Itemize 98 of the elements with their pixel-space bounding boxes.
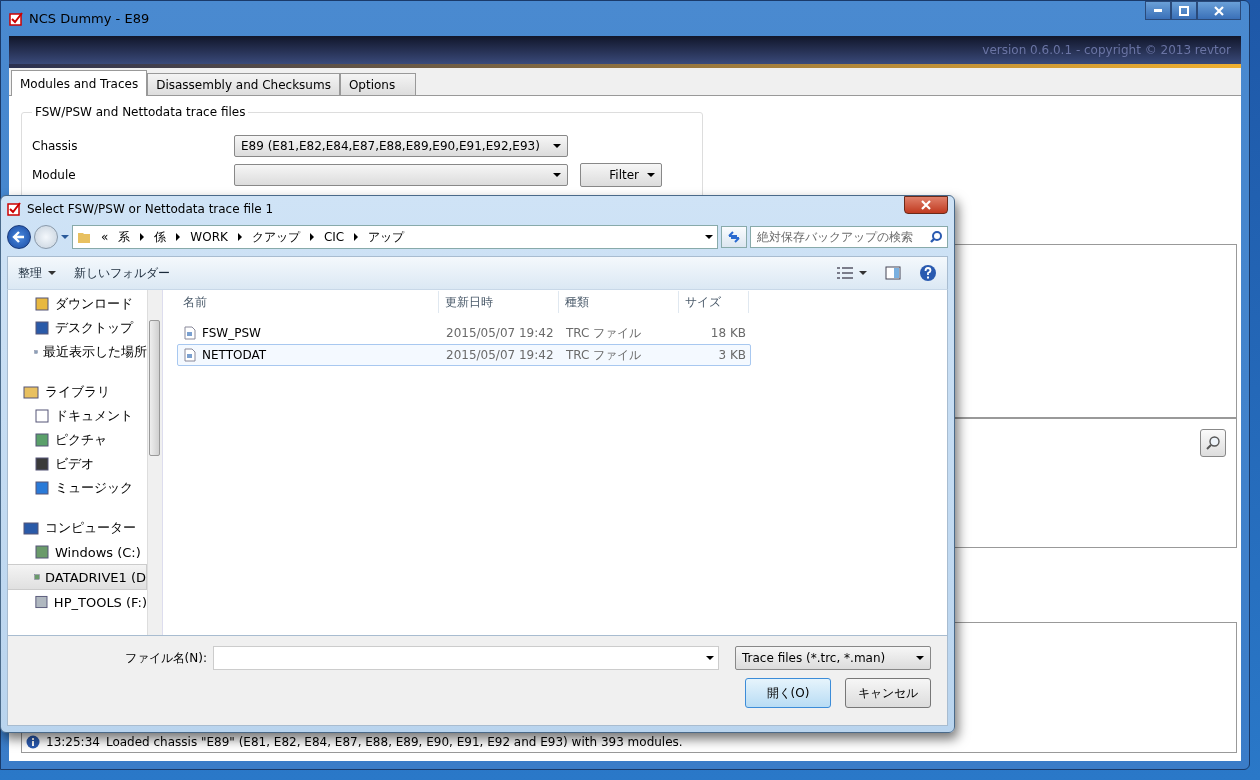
app-icon xyxy=(7,202,21,216)
file-date: 2015/05/07 19:42 xyxy=(445,348,555,362)
log-time: 13:25:34 xyxy=(46,735,100,749)
caret-icon xyxy=(48,271,56,275)
dialog-title: Select FSW/PSW or Nettodata trace file 1 xyxy=(27,202,274,216)
module-dropdown[interactable] xyxy=(234,164,568,186)
window-title: NCS Dummy - E89 xyxy=(29,11,150,26)
caret-icon xyxy=(647,173,655,177)
app-icon xyxy=(9,11,23,26)
list-view-icon xyxy=(837,267,853,279)
file-size: 3 KB xyxy=(717,348,747,362)
open-button[interactable]: 開く(O) xyxy=(745,678,831,708)
close-icon xyxy=(921,200,931,210)
breadcrumb[interactable]: アップ xyxy=(368,228,405,246)
column-header[interactable]: 更新日時 xyxy=(439,291,559,313)
scrollbar[interactable] xyxy=(147,290,162,635)
history-caret-icon[interactable] xyxy=(61,235,69,239)
caret-icon xyxy=(706,656,714,660)
maximize-button[interactable] xyxy=(1171,1,1197,20)
minimize-icon xyxy=(1154,9,1162,12)
file-date: 2015/05/07 19:42 xyxy=(445,326,555,340)
refresh-button[interactable] xyxy=(721,226,747,248)
nav-item[interactable]: DATADRIVE1 (D xyxy=(8,564,147,590)
filename-field[interactable] xyxy=(213,646,719,670)
nav-item[interactable]: ダウンロード xyxy=(8,292,147,316)
breadcrumb[interactable]: 系 xyxy=(118,228,131,246)
breadcrumb[interactable]: WORK xyxy=(190,230,228,244)
info-icon xyxy=(26,735,40,749)
preview-pane-icon xyxy=(885,266,901,280)
address-bar[interactable]: « 系 係 WORK クアップ CIC アップ xyxy=(72,225,718,249)
folder-icon xyxy=(77,230,91,244)
close-icon xyxy=(1214,5,1224,16)
breadcrumb-arrow-icon[interactable] xyxy=(354,233,359,241)
breadcrumb[interactable]: 係 xyxy=(154,228,167,246)
file-icon xyxy=(184,348,196,362)
help-icon xyxy=(919,264,937,282)
close-button[interactable] xyxy=(904,196,948,214)
nav-header[interactable]: コンピューター xyxy=(45,519,136,537)
new-folder-button[interactable]: 新しいフォルダー xyxy=(74,264,170,282)
file-row[interactable]: NETTODAT 2015/05/07 19:42 TRC ファイル 3 KB xyxy=(177,344,751,366)
tab[interactable]: Modules and Traces xyxy=(11,70,148,96)
breadcrumb[interactable]: « xyxy=(101,230,109,244)
group-title: FSW/PSW and Nettodata trace files xyxy=(32,105,249,119)
version-text: version 0.6.0.1 - copyright © 2013 revtor xyxy=(982,43,1231,57)
magnifier-icon xyxy=(1205,435,1221,451)
view-button[interactable] xyxy=(837,267,867,279)
chassis-label: Chassis xyxy=(32,139,79,153)
file-type: TRC ファイル xyxy=(565,324,643,342)
file-icon xyxy=(184,326,196,340)
nav-item[interactable]: ビデオ xyxy=(8,452,147,476)
caret-icon xyxy=(553,144,561,148)
search-icon xyxy=(929,230,943,244)
file-name: FSW_PSW xyxy=(202,326,261,340)
filename-label: ファイル名(N): xyxy=(124,649,207,667)
breadcrumb[interactable]: クアップ xyxy=(251,228,300,246)
back-button[interactable] xyxy=(7,225,31,249)
caret-icon[interactable] xyxy=(705,235,713,239)
log-message: Loaded chassis "E89" (E81, E82, E84, E87, E88, E89, E90, E91, E92 and E93) with 393 modules. xyxy=(105,735,683,749)
cancel-button[interactable]: キャンセル xyxy=(845,678,931,708)
search-button[interactable] xyxy=(1200,429,1226,457)
filetype-dropdown[interactable]: Trace files (*.trc, *.man) xyxy=(735,646,931,670)
file-name: NETTODAT xyxy=(202,348,267,362)
back-arrow-icon xyxy=(11,229,27,245)
nav-item[interactable]: Windows (C:) xyxy=(8,540,147,564)
breadcrumb-arrow-icon[interactable] xyxy=(140,233,145,241)
file-size: 18 KB xyxy=(709,326,747,340)
breadcrumb-arrow-icon[interactable] xyxy=(176,233,181,241)
breadcrumb-arrow-icon[interactable] xyxy=(309,233,314,241)
column-header[interactable]: 種類 xyxy=(559,291,679,313)
tab[interactable]: Disassembly and Checksums xyxy=(147,73,340,95)
caret-icon xyxy=(553,173,561,177)
breadcrumb[interactable]: CIC xyxy=(323,230,345,244)
column-header[interactable]: サイズ xyxy=(679,291,749,313)
help-button[interactable] xyxy=(919,264,937,282)
organize-button[interactable]: 整理 xyxy=(18,264,56,282)
filter-button[interactable]: Filter xyxy=(580,163,662,187)
search-field[interactable]: 絶対保存バックアップの検索 xyxy=(750,226,948,248)
maximize-icon xyxy=(1179,5,1189,16)
nav-header[interactable]: ライブラリ xyxy=(45,383,110,401)
nav-item[interactable]: デスクトップ xyxy=(8,316,147,340)
close-button[interactable] xyxy=(1197,1,1241,20)
breadcrumb-arrow-icon[interactable] xyxy=(237,233,242,241)
module-label: Module xyxy=(32,168,77,182)
nav-item[interactable]: ピクチャ xyxy=(8,428,147,452)
column-header[interactable]: 名前 xyxy=(177,291,439,313)
nav-item[interactable]: HP_TOOLS (F:) xyxy=(8,590,147,614)
tab[interactable]: Options xyxy=(339,73,416,95)
nav-item[interactable]: 最近表示した場所 xyxy=(8,340,147,364)
preview-pane-button[interactable] xyxy=(885,266,901,280)
chassis-dropdown[interactable]: E89 (E81,E82,E84,E87,E88,E89,E90,E91,E92,E93) xyxy=(234,135,568,157)
nav-item[interactable]: ミュージック xyxy=(8,476,147,500)
nav-item[interactable]: ドキュメント xyxy=(8,404,147,428)
caret-icon xyxy=(916,656,924,660)
file-row[interactable]: FSW_PSW 2015/05/07 19:42 TRC ファイル 18 KB xyxy=(177,322,751,344)
refresh-arrows-icon xyxy=(727,230,741,244)
minimize-button[interactable] xyxy=(1145,1,1171,20)
file-type: TRC ファイル xyxy=(565,346,643,364)
caret-icon xyxy=(859,271,867,275)
